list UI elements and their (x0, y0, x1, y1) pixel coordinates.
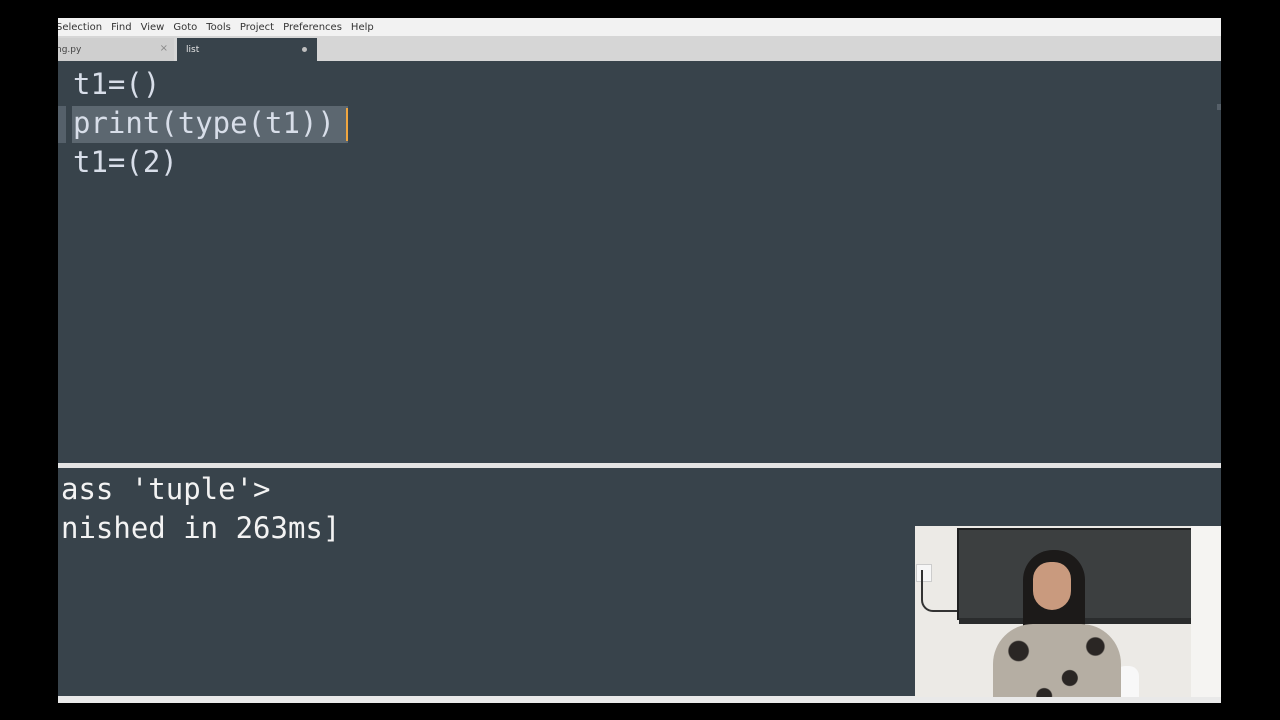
scrollbar[interactable] (1217, 104, 1221, 110)
tab-bar: ng.py × list (58, 36, 1221, 61)
menu-find[interactable]: Find (111, 22, 132, 33)
code-line[interactable]: t1=(2) (73, 143, 178, 182)
menu-selection[interactable]: Selection (58, 22, 102, 33)
menu-goto[interactable]: Goto (173, 22, 197, 33)
unsaved-dot-icon[interactable] (302, 47, 307, 52)
menu-help[interactable]: Help (351, 22, 374, 33)
code-line[interactable]: print(type(t1)) (73, 104, 335, 143)
line-highlight-marker (58, 106, 66, 143)
cable (921, 570, 957, 612)
close-icon[interactable]: × (160, 43, 168, 54)
code-editor[interactable]: t1=() print(type(t1)) t1=(2) (58, 61, 1221, 463)
text-cursor (346, 108, 348, 141)
menu-bar: Selection Find View Goto Tools Project P… (58, 18, 1221, 36)
tab-label: ng.py (58, 44, 82, 55)
output-line: ass 'tuple'> (61, 472, 271, 506)
webcam-overlay (915, 526, 1221, 697)
tab-label: list (186, 44, 200, 55)
presenter-body (993, 624, 1121, 697)
menu-project[interactable]: Project (240, 22, 274, 33)
code-line[interactable]: t1=() (73, 65, 160, 104)
tab-ng-py[interactable]: ng.py × (58, 38, 174, 61)
menu-view[interactable]: View (141, 22, 165, 33)
status-bar (58, 696, 1221, 703)
wall (1191, 526, 1221, 697)
presenter (977, 550, 1137, 697)
menu-preferences[interactable]: Preferences (283, 22, 342, 33)
tab-list[interactable]: list (177, 38, 317, 61)
presenter-face (1033, 562, 1071, 610)
menu-tools[interactable]: Tools (206, 22, 231, 33)
output-line: nished in 263ms] (61, 511, 341, 545)
